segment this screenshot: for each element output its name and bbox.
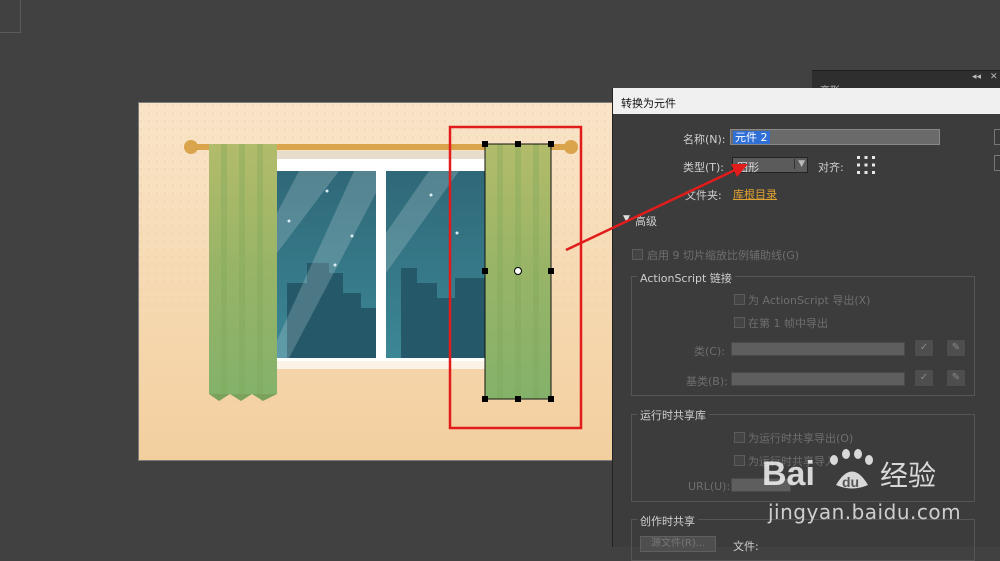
type-label: 类型(T):	[683, 161, 725, 174]
double-chevron-left-icon[interactable]: ◂◂	[972, 72, 981, 82]
svg-text:Bai: Bai	[762, 455, 815, 493]
name-input-value: 元件 2	[733, 131, 770, 144]
name-input[interactable]: 元件 2	[730, 129, 940, 145]
class-label: 类(C):	[694, 345, 725, 358]
authortime-group-title: 创作时共享	[637, 513, 698, 529]
expand-triangle-icon[interactable]: ▼	[623, 214, 630, 224]
ok-button-edge[interactable]	[994, 129, 1000, 145]
dialog-title: 转换为元件	[621, 97, 676, 110]
folder-label: 文件夹:	[685, 189, 722, 202]
export-actionscript-label: 为 ActionScript 导出(X)	[748, 294, 871, 307]
base-class-label: 基类(B):	[686, 375, 728, 388]
registration-grid-icon[interactable]	[856, 155, 876, 175]
chevron-down-icon: ▼	[794, 159, 805, 169]
folder-link[interactable]: 库根目录	[733, 186, 777, 202]
validate-base-class-button[interactable]: ✓	[914, 369, 934, 387]
export-frame1-label: 在第 1 帧中导出	[748, 317, 828, 330]
canvas-corner-marker	[0, 0, 21, 33]
runtime-import-checkbox[interactable]	[734, 455, 745, 466]
stage-canvas[interactable]	[138, 102, 615, 461]
dialog-titlebar[interactable]: 转换为元件	[613, 88, 1000, 114]
watermark-url: jingyan.baidu.com	[768, 500, 962, 524]
export-frame1-checkbox[interactable]	[734, 317, 745, 328]
align-label: 对齐:	[818, 161, 844, 174]
edit-class-pencil-icon[interactable]: ✎	[946, 339, 966, 357]
cancel-button-edge[interactable]	[994, 155, 1000, 171]
type-select[interactable]: 图形 ▼	[732, 157, 808, 174]
edit-base-class-pencil-icon[interactable]: ✎	[946, 369, 966, 387]
url-label: URL(U):	[688, 480, 731, 493]
name-label: 名称(N):	[683, 133, 726, 146]
runtime-shared-group-title: 运行时共享库	[637, 407, 709, 423]
actionscript-group-title: ActionScript 链接	[637, 270, 735, 286]
validate-class-button[interactable]: ✓	[914, 339, 934, 357]
close-icon[interactable]: ✕	[990, 72, 998, 82]
source-file-button[interactable]: 源文件(R)...	[640, 536, 717, 552]
runtime-export-checkbox[interactable]	[734, 432, 745, 443]
nine-slice-label: 启用 9 切片缩放比例辅助线(G)	[647, 249, 800, 262]
class-input[interactable]	[731, 342, 905, 356]
nine-slice-checkbox[interactable]	[632, 249, 643, 260]
baidu-paw-logo: Bai du 经验	[762, 449, 936, 493]
room-illustration	[139, 103, 614, 460]
export-actionscript-checkbox[interactable]	[734, 294, 745, 305]
base-class-input[interactable]	[731, 372, 905, 386]
curtain-left	[209, 144, 277, 401]
svg-text:du: du	[842, 474, 859, 490]
file-label: 文件:	[733, 540, 759, 553]
svg-text:经验: 经验	[880, 459, 936, 492]
advanced-toggle[interactable]: 高级	[635, 213, 657, 229]
baidu-jingyan-watermark: Bai du 经验	[762, 440, 972, 503]
type-select-value: 图形	[737, 161, 759, 174]
